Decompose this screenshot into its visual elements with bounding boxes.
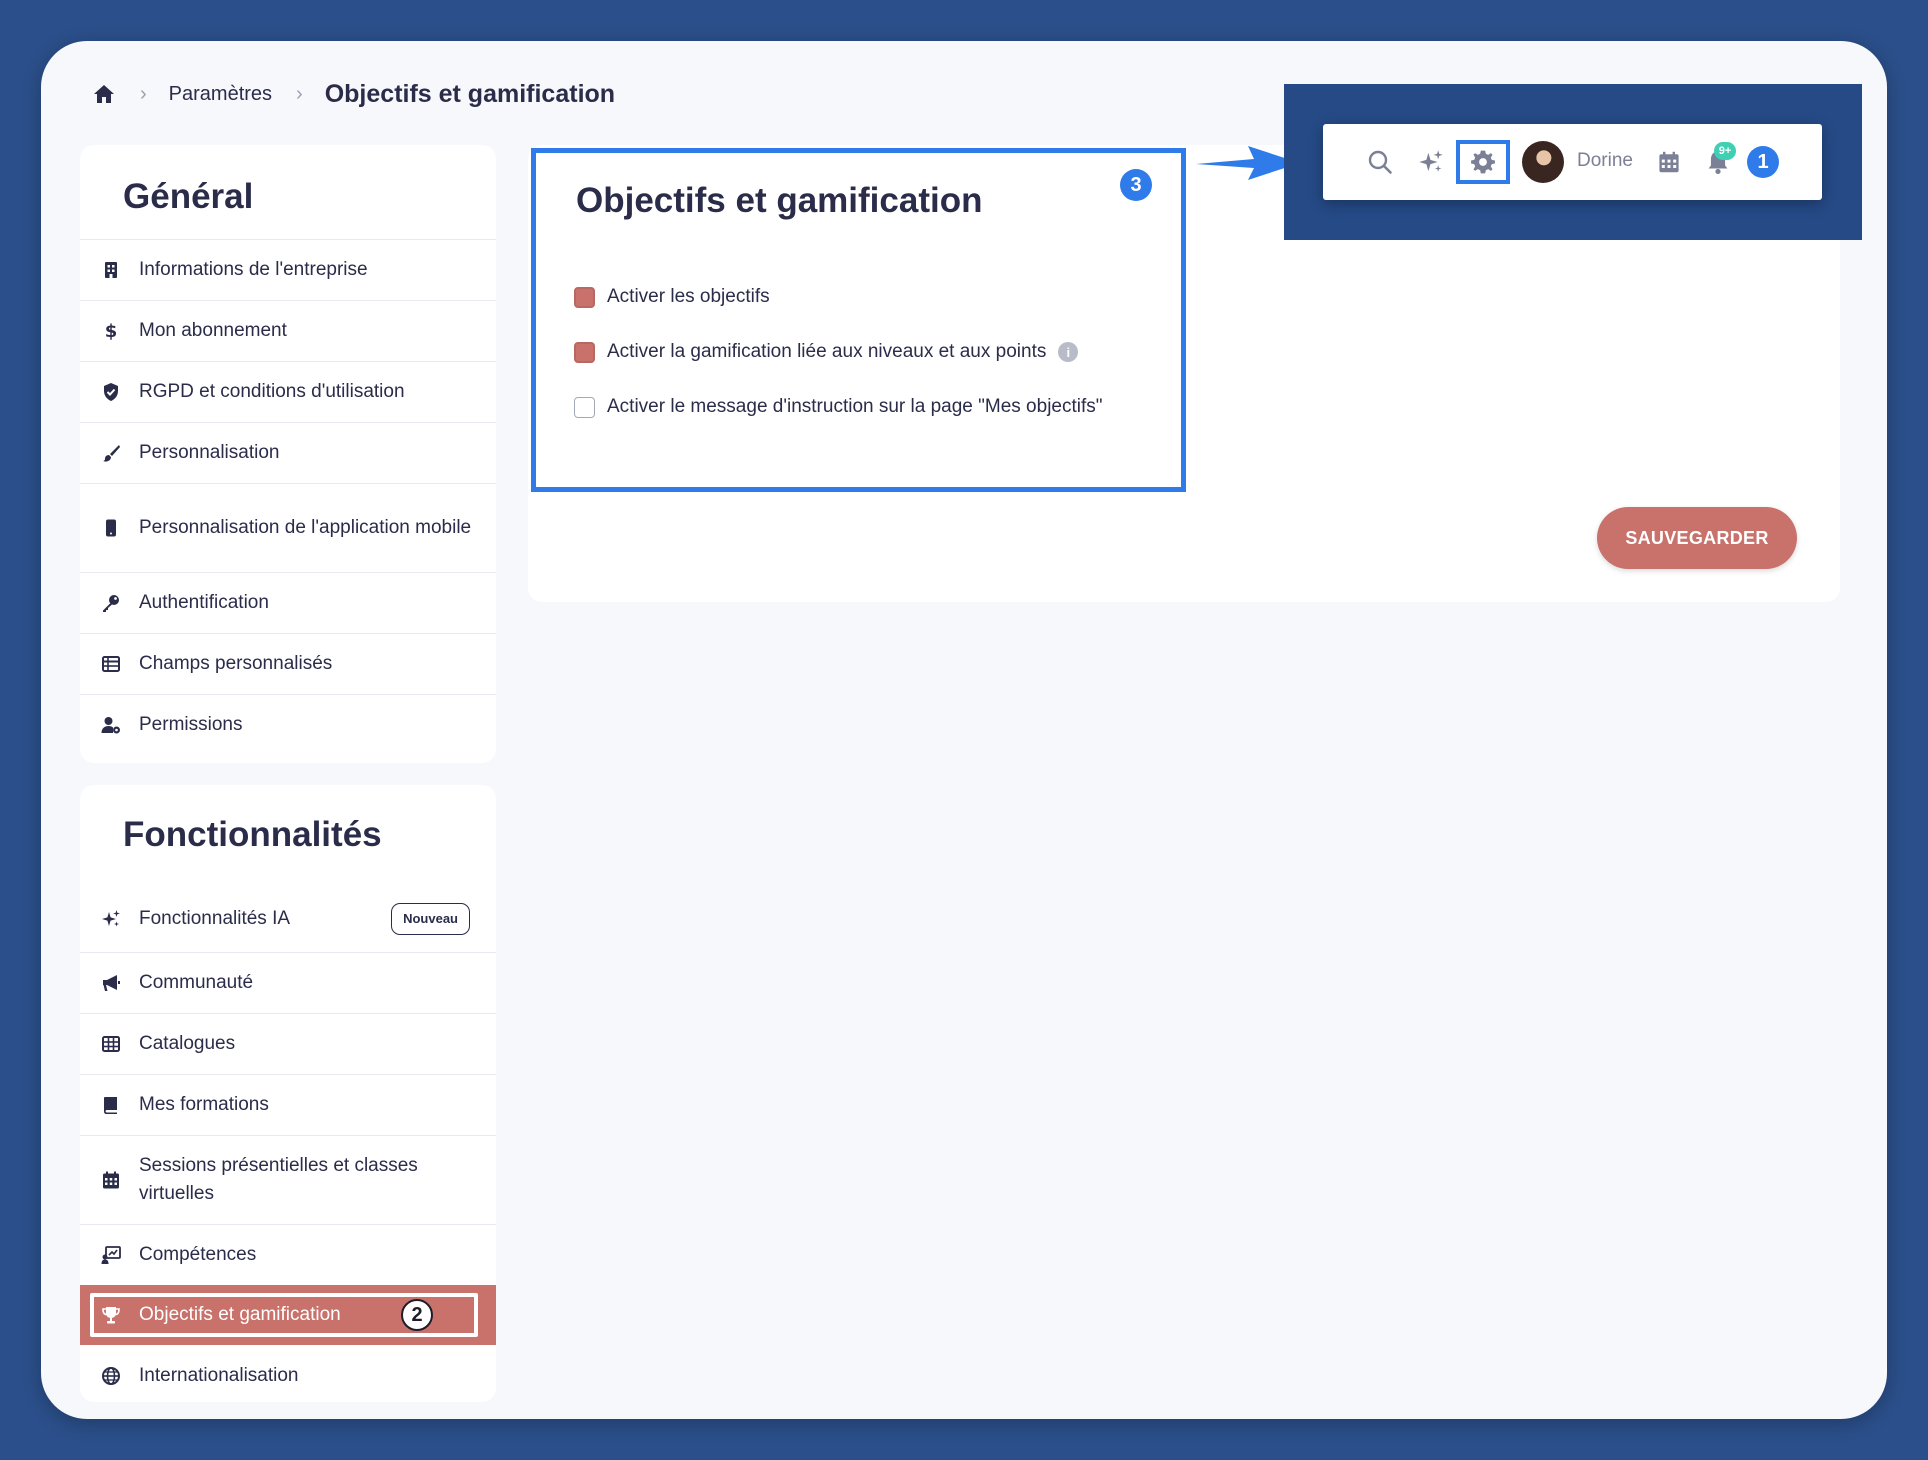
sidebar-item-sessions[interactable]: Sessions présentielles et classes virtue… <box>80 1135 496 1224</box>
sidebar-item-community[interactable]: Communauté <box>80 952 496 1013</box>
page-title: Objectifs et gamification <box>576 181 983 220</box>
sidebar-item-label: Personnalisation <box>139 442 280 463</box>
sidebar-item-label: Communauté <box>139 972 254 993</box>
sidebar-item-label: Internationalisation <box>139 1364 299 1386</box>
home-icon[interactable] <box>92 82 116 106</box>
sidebar-item-authentication[interactable]: Authentification <box>80 572 496 633</box>
sidebar-section-title: Général <box>123 177 254 216</box>
building-icon <box>100 259 122 281</box>
gear-icon[interactable] <box>1470 149 1496 175</box>
sidebar-item-subscription[interactable]: $ Mon abonnement <box>80 300 496 361</box>
sidebar-item-internationalization[interactable]: Internationalisation <box>80 1345 496 1406</box>
dollar-icon: $ <box>100 320 122 342</box>
sidebar-item-label: Permissions <box>139 714 243 735</box>
sidebar-item-label: Informations de l'entreprise <box>139 259 368 280</box>
avatar[interactable] <box>1522 141 1564 183</box>
sidebar-item-customization[interactable]: Personnalisation <box>80 422 496 483</box>
option-enable-goals[interactable]: Activer les objectifs <box>574 286 770 308</box>
notification-count-badge: 9+ <box>1714 142 1736 160</box>
checkbox-unchecked[interactable] <box>574 396 595 418</box>
sidebar-item-custom-fields[interactable]: Champs personnalisés <box>80 633 496 694</box>
globe-icon <box>100 1365 122 1387</box>
sidebar-item-label: Fonctionnalités IA <box>139 907 291 929</box>
sidebar-item-label: Authentification <box>139 592 269 613</box>
sidebar-item-company-info[interactable]: Informations de l'entreprise <box>80 239 496 300</box>
sidebar-item-label: Catalogues <box>139 1033 236 1054</box>
sidebar-general-list: Informations de l'entreprise $ Mon abonn… <box>80 239 496 755</box>
mobile-icon <box>100 517 122 539</box>
sidebar-features-panel: Fonctionnalités Fonctionnalités IA Nouve… <box>80 785 496 1402</box>
calendar-icon[interactable] <box>1657 150 1681 174</box>
chevron-right-icon: › <box>140 82 147 105</box>
breadcrumb: › Paramètres › Objectifs et gamification <box>92 76 615 112</box>
sidebar-item-catalogs[interactable]: Catalogues <box>80 1013 496 1074</box>
sidebar-item-label: RGPD et conditions d'utilisation <box>139 381 405 402</box>
svg-text:$: $ <box>105 321 118 341</box>
sidebar-general-panel: Général Informations de l'entreprise $ M… <box>80 145 496 763</box>
sparkles-icon[interactable] <box>1417 149 1445 175</box>
sidebar-item-ai-features[interactable]: Fonctionnalités IA Nouveau <box>80 885 496 952</box>
new-badge: Nouveau <box>391 902 470 935</box>
book-icon <box>100 1094 122 1116</box>
sidebar-item-skills[interactable]: Compétences <box>80 1224 496 1285</box>
breadcrumb-current: Objectifs et gamification <box>324 79 616 108</box>
chevron-right-icon: › <box>296 82 303 105</box>
user-gear-icon <box>100 714 122 736</box>
step-badge-2: 2 <box>401 1299 433 1331</box>
user-name[interactable]: Dorine <box>1577 150 1633 172</box>
step-badge-3: 3 <box>1120 169 1152 201</box>
sidebar-item-label: Compétences <box>139 1244 257 1265</box>
settings-form-highlight: Objectifs et gamification 3 Activer les … <box>531 148 1186 492</box>
sidebar-section-title: Fonctionnalités <box>123 815 382 854</box>
checkbox-checked[interactable] <box>574 341 595 363</box>
option-enable-gamification[interactable]: Activer la gamification liée aux niveaux… <box>574 341 1079 363</box>
sidebar-item-label: Champs personnalisés <box>139 653 333 674</box>
sparkles-icon <box>100 908 122 930</box>
step-badge-1: 1 <box>1747 146 1779 178</box>
checkbox-checked[interactable] <box>574 286 595 308</box>
search-icon[interactable] <box>1367 149 1393 175</box>
option-enable-instruction-message[interactable]: Activer le message d'instruction sur la … <box>574 396 1103 418</box>
sidebar-item-gdpr[interactable]: RGPD et conditions d'utilisation <box>80 361 496 422</box>
shield-icon <box>100 381 122 403</box>
sidebar-item-goals-gamification[interactable]: Objectifs et gamification 2 <box>80 1285 496 1345</box>
option-label: Activer la gamification liée aux niveaux… <box>607 341 1047 362</box>
save-button[interactable]: SAUVEGARDER <box>1597 507 1797 569</box>
breadcrumb-link-settings[interactable]: Paramètres <box>169 83 272 106</box>
chart-board-icon <box>100 1244 122 1266</box>
sidebar-item-label: Personnalisation de l'application mobile <box>139 517 472 538</box>
sidebar-item-mobile-customization[interactable]: Personnalisation de l'application mobile <box>80 483 496 572</box>
brush-icon <box>100 442 122 464</box>
info-icon[interactable]: i <box>1058 342 1079 362</box>
sidebar-features-list: Fonctionnalités IA Nouveau Communauté Ca… <box>80 885 496 1406</box>
sidebar-item-label: Mon abonnement <box>139 320 287 341</box>
option-label: Activer les objectifs <box>607 286 770 307</box>
sidebar-item-label: Sessions présentielles et classes virtue… <box>139 1155 418 1204</box>
sidebar-item-my-trainings[interactable]: Mes formations <box>80 1074 496 1135</box>
sidebar-item-label: Mes formations <box>139 1094 269 1115</box>
calendar-icon <box>100 1169 122 1191</box>
trophy-icon <box>100 1304 122 1326</box>
sidebar-item-permissions[interactable]: Permissions <box>80 694 496 755</box>
megaphone-icon <box>100 972 122 994</box>
option-label: Activer le message d'instruction sur la … <box>607 396 1103 417</box>
top-header-bar: Dorine 9+ 1 <box>1323 124 1822 200</box>
grid-icon <box>100 1033 122 1055</box>
key-icon <box>100 592 122 614</box>
table-icon <box>100 653 122 675</box>
